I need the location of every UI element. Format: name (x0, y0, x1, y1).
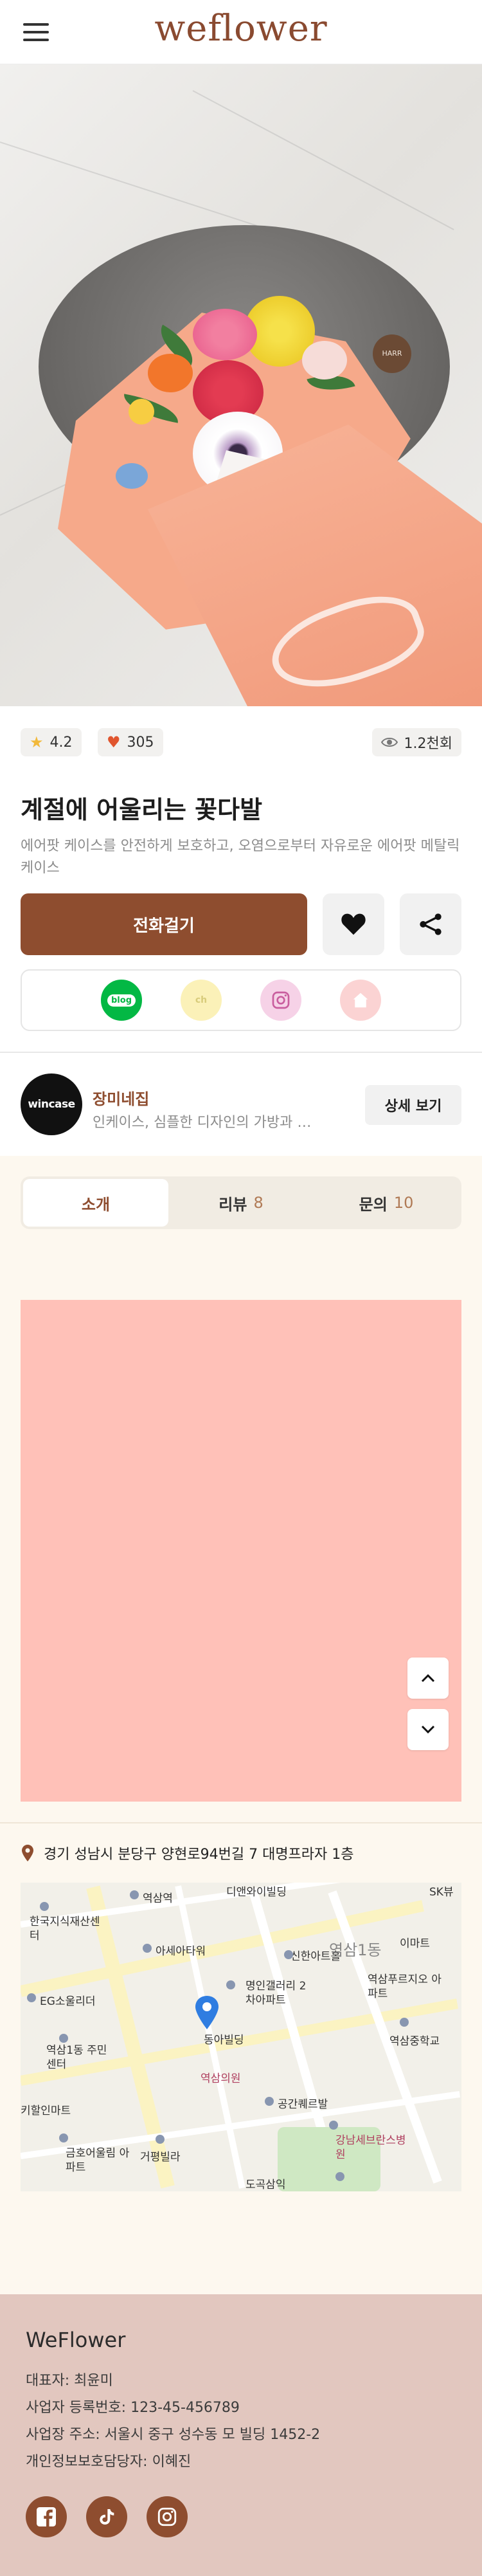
map-label: 키할인마트 (21, 2105, 71, 2117)
star-icon: ★ (30, 733, 44, 751)
map-marker-icon (195, 1996, 219, 2029)
map-label: EG소울리더 (40, 1995, 96, 2008)
heart-icon (341, 913, 366, 935)
tiktok-icon (100, 2509, 114, 2525)
product-title: 계절에 어울리는 꽃다발 (21, 796, 263, 824)
instagram-link[interactable] (260, 980, 301, 1021)
social-links: blog ch (21, 969, 461, 1031)
section-divider (0, 1822, 482, 1823)
shop-avatar[interactable]: wincase (21, 1073, 82, 1135)
footer-ceo: 대표자: 최윤미 (26, 2373, 113, 2389)
map-label: 역삼푸르지오 아파트 (368, 1973, 442, 2000)
instagram-icon (272, 991, 290, 1009)
tiktok-link[interactable] (86, 2496, 127, 2537)
map-label: 동아빌딩 (204, 2034, 244, 2047)
tab-reviews[interactable]: 리뷰 8 (168, 1179, 314, 1227)
brand-tag: HARR (373, 334, 411, 373)
likes-badge: ♥ 305 (98, 728, 163, 756)
map-label: 아세아타워 (156, 1945, 206, 1958)
action-bar: 전화걸기 (21, 893, 461, 958)
scroll-down-button[interactable] (407, 1709, 449, 1750)
views-value: 1.2천회 (404, 736, 452, 752)
channel-icon: ch (195, 995, 208, 1005)
address-text: 경기 성남시 분당구 양현로94번길 7 대명프라자 1층 (44, 1847, 354, 1863)
footer-privacy-officer: 개인정보보호담당자: 이혜진 (26, 2454, 192, 2470)
map-label: 역삼중학교 (389, 2035, 440, 2048)
favorite-button[interactable] (323, 893, 384, 955)
share-button[interactable] (400, 893, 461, 955)
location-pin-icon (22, 1845, 33, 1861)
shop-detail-button[interactable]: 상세 보기 (365, 1085, 461, 1125)
chevron-down-icon (421, 1725, 435, 1734)
map-label: 거평빌라 (140, 2151, 181, 2164)
content-section: 소개 리뷰 8 문의 10 경기 성남시 분당구 양현로94번길 7 대명프라자… (0, 1156, 482, 2576)
chevron-up-icon (421, 1674, 435, 1683)
map-label: 도곡삼익 (245, 2179, 286, 2191)
shop-name[interactable]: 장미네집 (93, 1086, 149, 1109)
map-label: 공간퀘르발 (278, 2098, 328, 2111)
share-icon (420, 913, 442, 935)
home-icon (353, 992, 368, 1008)
tab-count: 10 (393, 1194, 414, 1212)
facebook-icon (37, 2507, 56, 2526)
footer-title: WeFlower (26, 2328, 126, 2352)
likes-value: 305 (127, 734, 154, 751)
heart-icon: ♥ (107, 733, 121, 751)
map-label: 명인갤러리 2차아파트 (245, 1980, 307, 2007)
eye-icon (380, 738, 398, 747)
content-tabs: 소개 리뷰 8 문의 10 (21, 1176, 461, 1229)
tab-count: 8 (253, 1194, 263, 1212)
tab-label: 리뷰 (219, 1195, 247, 1214)
footer-address: 사업장 주소: 서울시 중구 성수동 모 빌딩 1452-2 (26, 2427, 321, 2443)
map-label: 한국지식재산센터 (30, 1915, 100, 1942)
rating-badge: ★ 4.2 (21, 728, 82, 756)
footer-social-links (26, 2496, 456, 2537)
call-button[interactable]: 전화걸기 (21, 893, 307, 955)
homepage-link[interactable] (340, 980, 381, 1021)
tab-inquiry[interactable]: 문의 10 (314, 1179, 459, 1227)
map-label: 역삼역 (143, 1892, 173, 1905)
map-label: 역삼1동 주민센터 (46, 2044, 107, 2071)
map-label: 이마트 (400, 1937, 430, 1950)
map-label: 디앤와이빌딩 (226, 1886, 287, 1899)
app-header: weflower (0, 0, 482, 64)
map-label: 역삼의원 (201, 2072, 241, 2085)
blog-link[interactable]: blog (101, 980, 142, 1021)
rating-value: 4.2 (49, 734, 73, 751)
map-label: 금호어울림 아파트 (66, 2147, 130, 2174)
map-label: SK뷰 (429, 1886, 454, 1899)
site-footer: WeFlower 대표자: 최윤미 사업자 등록번호: 123-45-45678… (0, 2294, 482, 2576)
product-description: 에어팟 케이스를 안전하게 보호하고, 오염으로부터 자유로운 에어팟 메탈릭 … (21, 838, 460, 876)
instagram-footer-link[interactable] (147, 2496, 188, 2537)
product-stats: ★ 4.2 ♥ 305 1.2천회 (0, 706, 482, 756)
shop-info: wincase 장미네집 인케이스, 심플한 디자인의 가방과 액세서리 상세 … (0, 1053, 482, 1156)
location-map[interactable]: 역삼역 디앤와이빌딩 SK뷰 한국지식재산센터 아세아타워 신한아트홀 역삼1동… (21, 1883, 461, 2191)
intro-content-area (21, 1300, 461, 1802)
product-hero-image: HARR (0, 64, 482, 706)
tab-label: 소개 (81, 1195, 111, 1214)
map-label: 강남세브란스병원 (335, 2134, 406, 2161)
shop-address: 경기 성남시 분당구 양현로94번길 7 대명프라자 1층 (21, 1843, 461, 1863)
instagram-icon (157, 2507, 177, 2526)
map-label: 역삼1동 (329, 1941, 382, 1959)
tab-label: 문의 (359, 1195, 388, 1214)
blog-icon: blog (107, 994, 136, 1007)
scroll-up-button[interactable] (407, 1658, 449, 1699)
channel-link[interactable]: ch (181, 980, 222, 1021)
tab-intro[interactable]: 소개 (23, 1179, 168, 1227)
shop-description: 인케이스, 심플한 디자인의 가방과 액세서리 (93, 1115, 324, 1131)
weflower-logo[interactable]: weflower (0, 8, 482, 50)
footer-business-no: 사업자 등록번호: 123-45-456789 (26, 2400, 240, 2416)
views-badge: 1.2천회 (371, 728, 461, 756)
facebook-link[interactable] (26, 2496, 67, 2537)
